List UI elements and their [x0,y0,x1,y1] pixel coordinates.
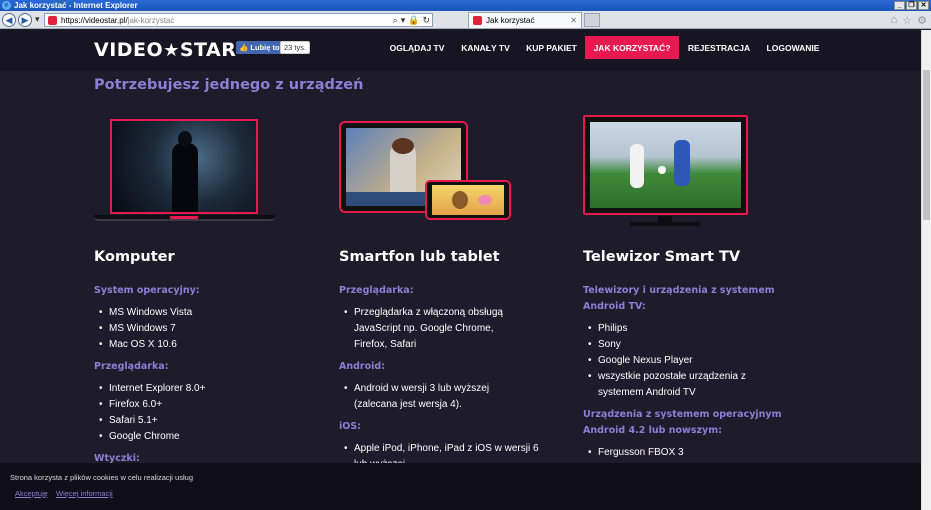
browser-right-icons: ⌂ ☆ ⚙ [891,14,927,27]
settings-gear-icon[interactable]: ⚙ [917,14,927,27]
window-title: Jak korzystać - Internet Explorer [14,1,138,10]
nav-logowanie[interactable]: LOGOWANIE [765,36,821,59]
nav-kanaly-tv[interactable]: KANAŁY TV [460,36,511,59]
list-item: Przeglądarka z włączoną obsługą JavaScri… [339,305,529,353]
list-item: Fergusson FBOX 3 [583,445,788,461]
cookie-more-info-link[interactable]: Więcej informacji [56,489,113,498]
laptop-illustration [110,119,258,214]
computer-title: Komputer [94,249,175,265]
tv-base [630,222,700,226]
list-item: Android w wersji 3 lub wyższej (zalecana… [339,381,529,413]
back-button[interactable]: ◀ [2,13,16,27]
new-tab-button[interactable] [584,13,600,27]
tab-title: Jak korzystać [486,16,535,25]
nav-ogladaj-tv[interactable]: OGLĄDAJ TV [389,36,445,59]
list-item: Google Nexus Player [583,353,788,369]
cookie-accept-link[interactable]: Akceptuję [15,489,48,498]
logo-text-left: VIDEO [94,39,164,61]
computer-browser-heading: Przeglądarka: [94,361,169,372]
list-item: Sony [583,337,788,353]
mobile-title: Smartfon lub tablet [339,249,500,265]
computer-browser-list: Internet Explorer 8.0+ Firefox 6.0+ Safa… [94,381,294,445]
tv-androidtv-list: Philips Sony Google Nexus Player wszystk… [583,321,788,401]
mobile-ios-heading: iOS: [339,421,361,432]
computer-os-heading: System operacyjny: [94,285,200,296]
list-item: Google Chrome [94,429,294,445]
lock-icon[interactable]: 🔒 [408,15,419,26]
close-window-button[interactable]: ✕ [918,1,929,10]
cookie-message: Strona korzysta z plików cookies w celu … [10,473,193,482]
tab-jak-korzystac[interactable]: Jak korzystać ✕ [468,12,582,28]
list-item: MS Windows 7 [94,321,294,337]
history-dropdown-icon[interactable]: ▾ [35,14,40,25]
mobile-browser-list: Przeglądarka z włączoną obsługą JavaScri… [339,305,539,353]
mobile-browser-heading: Przeglądarka: [339,285,414,296]
window-titlebar: e Jak korzystać - Internet Explorer _ ❐ … [0,0,931,11]
address-bar[interactable]: https://videostar.pl/jak-korzystac ⌕ ▾ 🔒… [44,13,433,27]
list-item: MS Windows Vista [94,305,294,321]
page-title: Potrzebujesz jednego z urządzeń [94,77,364,93]
mobile-android-heading: Android: [339,361,385,372]
tv-androidtv-heading: Telewizory i urządzenia z systemem Andro… [583,285,775,312]
tv-android42-list: Fergusson FBOX 3 [583,445,788,461]
restore-button[interactable]: ❐ [906,1,917,10]
videostar-logo[interactable]: VIDEO★STAR [94,39,236,61]
site-favicon-icon [48,15,57,25]
search-icon[interactable]: ⌕ [393,15,398,26]
nav-jak-korzystac[interactable]: JAK KORZYSTAĆ? [585,36,679,59]
cookie-banner: Strona korzysta z plików cookies w celu … [0,463,921,510]
minimize-button[interactable]: _ [894,1,905,10]
mobile-android-list: Android w wersji 3 lub wyższej (zalecana… [339,381,539,413]
window-controls: _ ❐ ✕ [894,1,929,10]
favorites-star-icon[interactable]: ☆ [902,14,912,27]
phone-illustration [425,180,511,220]
home-icon[interactable]: ⌂ [891,14,898,27]
list-item: Mac OS X 10.6 [94,337,294,353]
list-item: Safari 5.1+ [94,413,294,429]
tab-favicon-icon [473,16,482,25]
url-path: jak-korzystac [127,15,175,25]
laptop-base [94,215,275,221]
refresh-icon[interactable]: ↻ [422,15,430,26]
computer-os-list: MS Windows Vista MS Windows 7 Mac OS X 1… [94,305,294,353]
list-item: Firefox 6.0+ [94,397,294,413]
tv-illustration [583,115,748,215]
tv-title: Telewizor Smart TV [583,249,741,265]
scrollbar-thumb[interactable] [923,70,930,220]
tv-android42-heading: Urządzenia z systemem operacyjnym Androi… [583,409,782,436]
site-header: VIDEO★STAR 👍 Lubię to! 23 tys. OGLĄDAJ T… [0,30,921,71]
url-base: https://videostar.pl/ [61,15,128,25]
nav-kup-pakiet[interactable]: KUP PAKIET [525,36,578,59]
page-scrollbar[interactable] [921,30,931,510]
main-content: Potrzebujesz jednego z urządzeń Komputer… [0,71,921,510]
list-item: Philips [583,321,788,337]
tab-close-icon[interactable]: ✕ [570,16,577,25]
logo-text-right: STAR [179,39,237,61]
facebook-like-button[interactable]: 👍 Lubię to! [236,41,286,54]
list-item: Internet Explorer 8.0+ [94,381,294,397]
logo-star-icon: ★ [163,40,180,61]
list-item: wszystkie pozostałe urządzenia z systeme… [583,369,788,401]
forward-button[interactable]: ▶ [18,13,32,27]
nav-rejestracja[interactable]: REJESTRACJA [688,36,750,59]
internet-explorer-icon: e [2,1,11,10]
browser-toolbar: ◀ ▶ ▾ https://videostar.pl/jak-korzystac… [0,11,931,29]
facebook-like-count: 23 tys. [280,41,311,54]
address-dropdown-icon[interactable]: ▾ [401,15,406,26]
